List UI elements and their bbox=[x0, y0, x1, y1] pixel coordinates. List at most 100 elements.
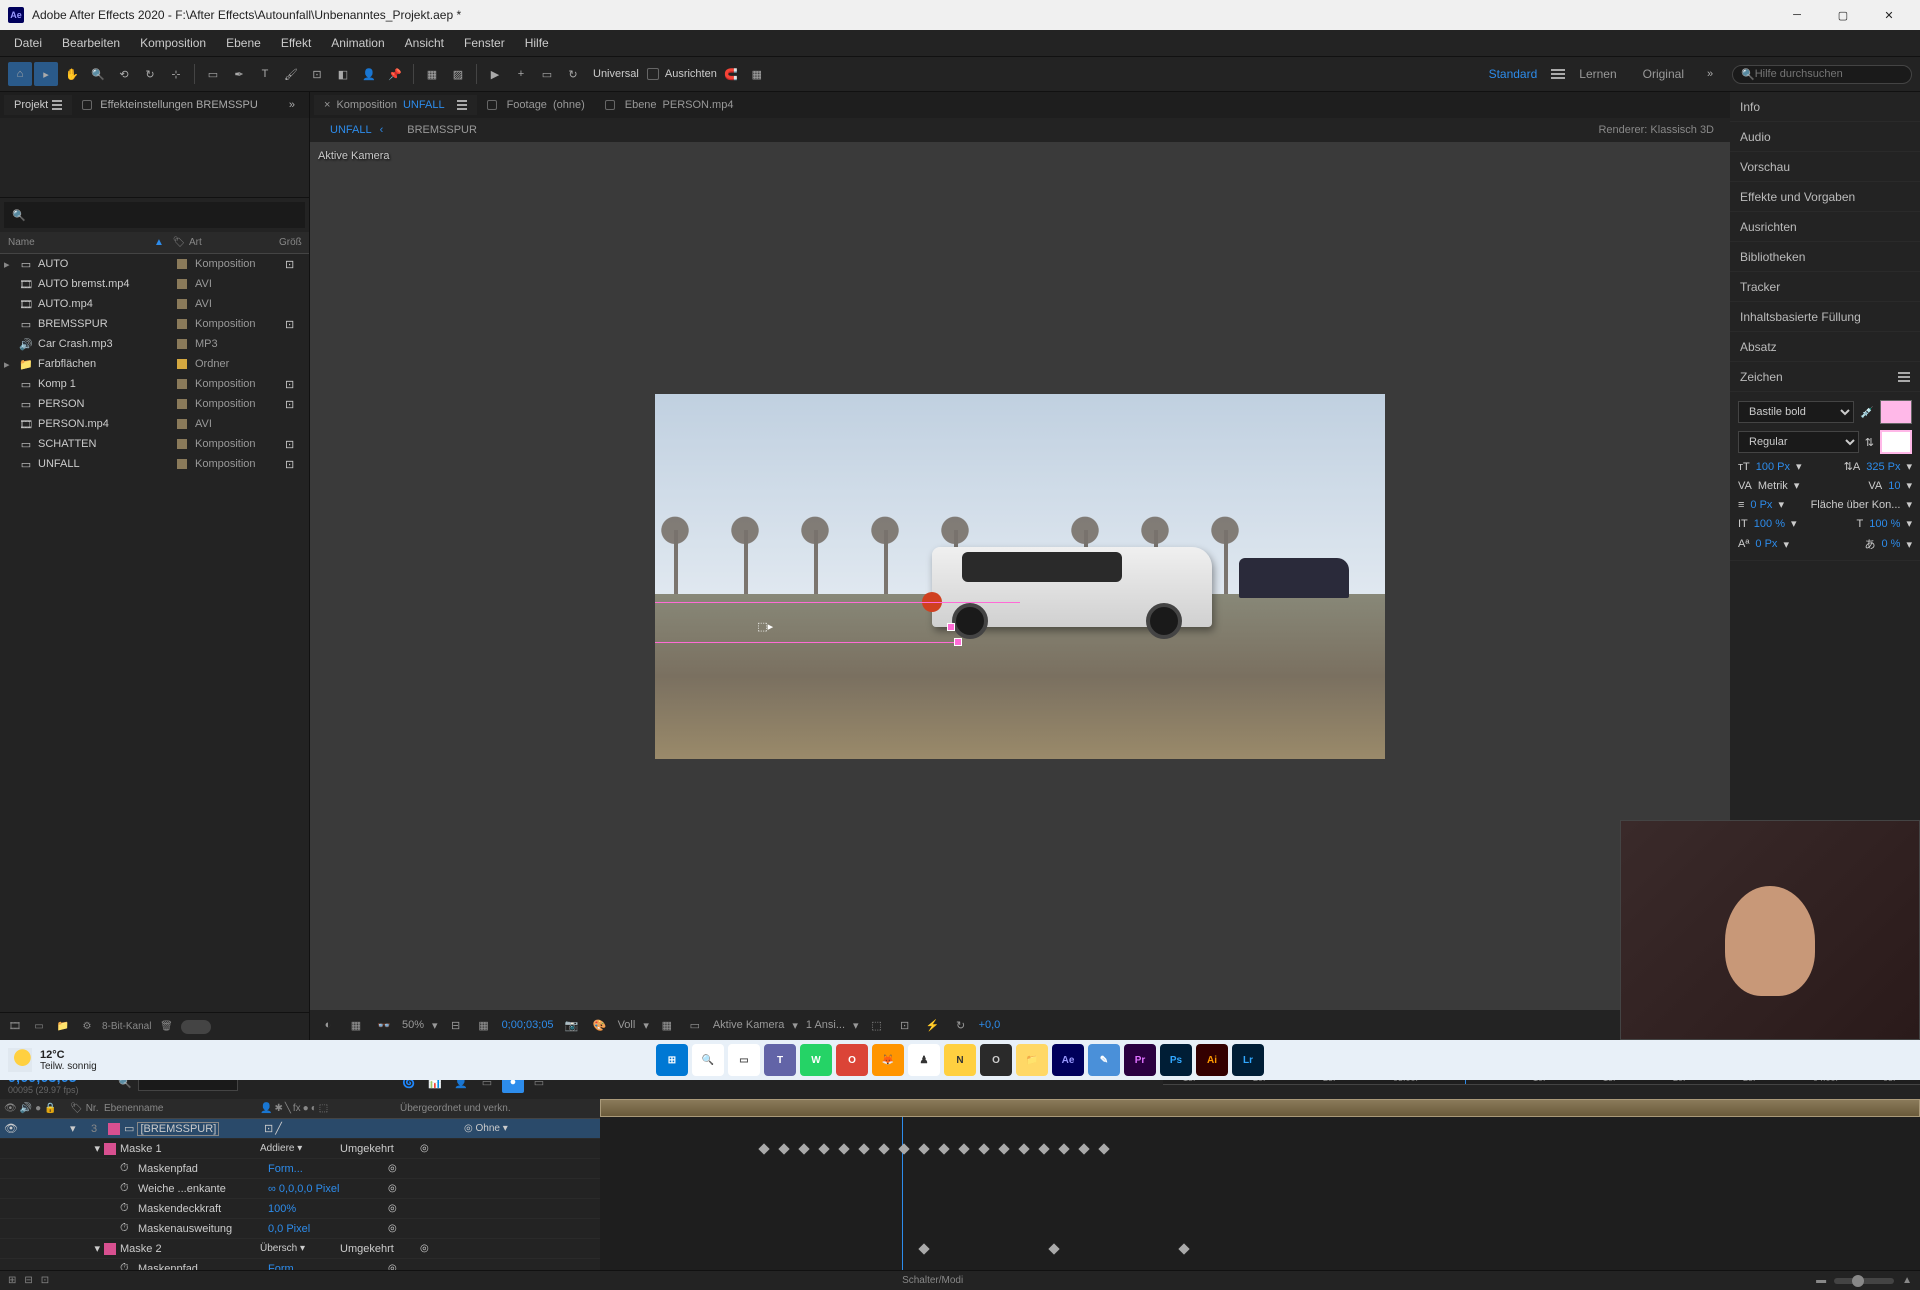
selection-tool[interactable]: ▸ bbox=[34, 62, 58, 86]
keyframe[interactable] bbox=[918, 1143, 929, 1154]
comp-tab[interactable]: Ebene PERSON.mp4 bbox=[595, 95, 744, 115]
menu-datei[interactable]: Datei bbox=[4, 32, 52, 54]
audio-col-icon[interactable]: 🔊 bbox=[20, 1103, 32, 1114]
pickwhip-icon[interactable]: ◎ bbox=[388, 1163, 397, 1174]
zoom-tool[interactable]: 🔍 bbox=[86, 62, 110, 86]
anchor-tool[interactable]: ⊹ bbox=[164, 62, 188, 86]
pickwhip-icon[interactable]: ◎ bbox=[464, 1123, 473, 1134]
stopwatch-icon[interactable]: ⏱ bbox=[120, 1162, 138, 1175]
stopwatch-icon[interactable]: ⏱ bbox=[120, 1182, 138, 1195]
bit-depth[interactable]: 8-Bit-Kanal bbox=[102, 1021, 151, 1032]
exposure-value[interactable]: +0,0 bbox=[979, 1019, 1001, 1031]
layer-row[interactable]: ⏱MaskenpfadForm...◎ bbox=[0, 1259, 600, 1270]
font-select[interactable]: Bastile bold bbox=[1738, 401, 1854, 423]
stopwatch-icon[interactable]: ⏱ bbox=[120, 1202, 138, 1215]
keyframe[interactable] bbox=[938, 1143, 949, 1154]
mesh-tool-2[interactable]: ▨ bbox=[446, 62, 470, 86]
layername-col[interactable]: Ebenenname bbox=[100, 1103, 260, 1114]
snapshot-icon[interactable]: 📷 bbox=[562, 1015, 582, 1035]
taskbar-app[interactable]: Ai bbox=[1196, 1044, 1228, 1076]
panel-effekte-und-vorgaben[interactable]: Effekte und Vorgaben bbox=[1730, 182, 1920, 212]
keyframe[interactable] bbox=[798, 1143, 809, 1154]
project-item[interactable]: ▭PERSONKomposition⊡ bbox=[0, 394, 309, 414]
adjust-icon[interactable]: ⚙ bbox=[78, 1018, 96, 1036]
brush-tool[interactable]: 🖌 bbox=[279, 62, 303, 86]
label-col-icon[interactable]: 🏷 bbox=[70, 1103, 83, 1114]
menu-effekt[interactable]: Effekt bbox=[271, 32, 321, 54]
eye-icon[interactable]: 👁 bbox=[4, 1122, 18, 1135]
motion-icon[interactable]: ⚡ bbox=[923, 1015, 943, 1035]
taskbar-app[interactable]: ✎ bbox=[1088, 1044, 1120, 1076]
mesh-tool-1[interactable]: ▦ bbox=[420, 62, 444, 86]
playhead-line[interactable] bbox=[902, 1099, 903, 1270]
panel-vorschau[interactable]: Vorschau bbox=[1730, 152, 1920, 182]
menu-bearbeiten[interactable]: Bearbeiten bbox=[52, 32, 130, 54]
dof-icon[interactable]: ⊡ bbox=[895, 1015, 915, 1035]
keyframe[interactable] bbox=[1048, 1243, 1059, 1254]
baseline[interactable]: 0 Px bbox=[1755, 538, 1777, 550]
taskbar-app[interactable]: 📁 bbox=[1016, 1044, 1048, 1076]
keyframe[interactable] bbox=[918, 1243, 929, 1254]
res-value[interactable]: Voll bbox=[618, 1019, 636, 1031]
keyframe[interactable] bbox=[898, 1143, 909, 1154]
stamp-tool[interactable]: ⊡ bbox=[305, 62, 329, 86]
keyframe[interactable] bbox=[1178, 1243, 1189, 1254]
close-button[interactable]: ✕ bbox=[1866, 0, 1912, 30]
project-item[interactable]: 🎞PERSON.mp4AVI bbox=[0, 414, 309, 434]
tracking[interactable]: 10 bbox=[1888, 480, 1900, 492]
close-icon[interactable]: ‹ bbox=[380, 124, 384, 136]
project-item[interactable]: ▸▭AUTOKomposition⊡ bbox=[0, 254, 309, 274]
maximize-button[interactable]: ▢ bbox=[1820, 0, 1866, 30]
zoom-value[interactable]: 50% bbox=[402, 1019, 424, 1031]
style-select[interactable]: Regular bbox=[1738, 431, 1859, 453]
menu-ebene[interactable]: Ebene bbox=[216, 32, 271, 54]
panel-bibliotheken[interactable]: Bibliotheken bbox=[1730, 242, 1920, 272]
project-dropzone[interactable] bbox=[0, 118, 309, 198]
toggle-switches-icon[interactable]: ⊞ bbox=[8, 1275, 16, 1286]
rect-tool[interactable]: ▭ bbox=[201, 62, 225, 86]
menu-animation[interactable]: Animation bbox=[321, 32, 394, 54]
help-search[interactable]: 🔍 bbox=[1732, 65, 1912, 84]
star-sw-icon[interactable]: ✱ bbox=[274, 1103, 282, 1114]
toggle-modes-icon[interactable]: ⊟ bbox=[24, 1275, 32, 1286]
taskbar-app[interactable]: W bbox=[800, 1044, 832, 1076]
workspace-lernen[interactable]: Lernen bbox=[1567, 63, 1628, 85]
3d-sw-icon[interactable]: ⬚ bbox=[319, 1103, 328, 1114]
hscale[interactable]: 100 % bbox=[1869, 518, 1900, 530]
3d-icon[interactable]: ⬚ bbox=[867, 1015, 887, 1035]
layer-row[interactable]: ▾Maske 1Addiere ▾Umgekehrt◎ bbox=[0, 1139, 600, 1159]
rotate-tool[interactable]: ↻ bbox=[138, 62, 162, 86]
taskbar-app[interactable]: ⊞ bbox=[656, 1044, 688, 1076]
trash-icon[interactable]: 🗑 bbox=[157, 1018, 175, 1036]
project-item[interactable]: ▸📁FarbflächenOrdner bbox=[0, 354, 309, 374]
grid-guide-icon[interactable]: ▦ bbox=[474, 1015, 494, 1035]
pickwhip-icon[interactable]: ◎ bbox=[388, 1183, 397, 1194]
keyframe[interactable] bbox=[978, 1143, 989, 1154]
pickwhip-icon[interactable]: ◎ bbox=[420, 1243, 429, 1254]
leading[interactable]: 325 Px bbox=[1866, 461, 1900, 473]
swap-icon[interactable]: ⇅ bbox=[1865, 436, 1874, 449]
eyedropper-icon[interactable]: 💉 bbox=[1860, 406, 1874, 419]
tsume[interactable]: 0 % bbox=[1882, 538, 1901, 550]
views-count[interactable]: 1 Ansi... bbox=[806, 1019, 845, 1031]
panel-info[interactable]: Info bbox=[1730, 92, 1920, 122]
taskbar-app[interactable]: N bbox=[944, 1044, 976, 1076]
menu-hilfe[interactable]: Hilfe bbox=[515, 32, 559, 54]
mask-icon[interactable]: ▭ bbox=[685, 1015, 705, 1035]
solo-col-icon[interactable]: ● bbox=[35, 1103, 41, 1114]
keyframe[interactable] bbox=[878, 1143, 889, 1154]
video-col-icon[interactable]: 👁 bbox=[4, 1103, 17, 1114]
pickwhip-icon[interactable]: ◎ bbox=[388, 1203, 397, 1214]
panel-absatz[interactable]: Absatz bbox=[1730, 332, 1920, 362]
bounds-tool[interactable]: ▭ bbox=[535, 62, 559, 86]
workspace-more[interactable]: » bbox=[1698, 62, 1722, 86]
play-tool[interactable]: ▶ bbox=[483, 62, 507, 86]
hand-tool[interactable]: ✋ bbox=[60, 62, 84, 86]
keyframe[interactable] bbox=[1058, 1143, 1069, 1154]
project-item[interactable]: ▭BREMSSPURKomposition⊡ bbox=[0, 314, 309, 334]
orbit-tool[interactable]: ⟲ bbox=[112, 62, 136, 86]
col-type[interactable]: Art bbox=[189, 237, 279, 248]
project-item[interactable]: 🎞AUTO.mp4AVI bbox=[0, 294, 309, 314]
channel-icon[interactable]: ▦ bbox=[346, 1015, 366, 1035]
puppet-tool[interactable]: 📌 bbox=[383, 62, 407, 86]
